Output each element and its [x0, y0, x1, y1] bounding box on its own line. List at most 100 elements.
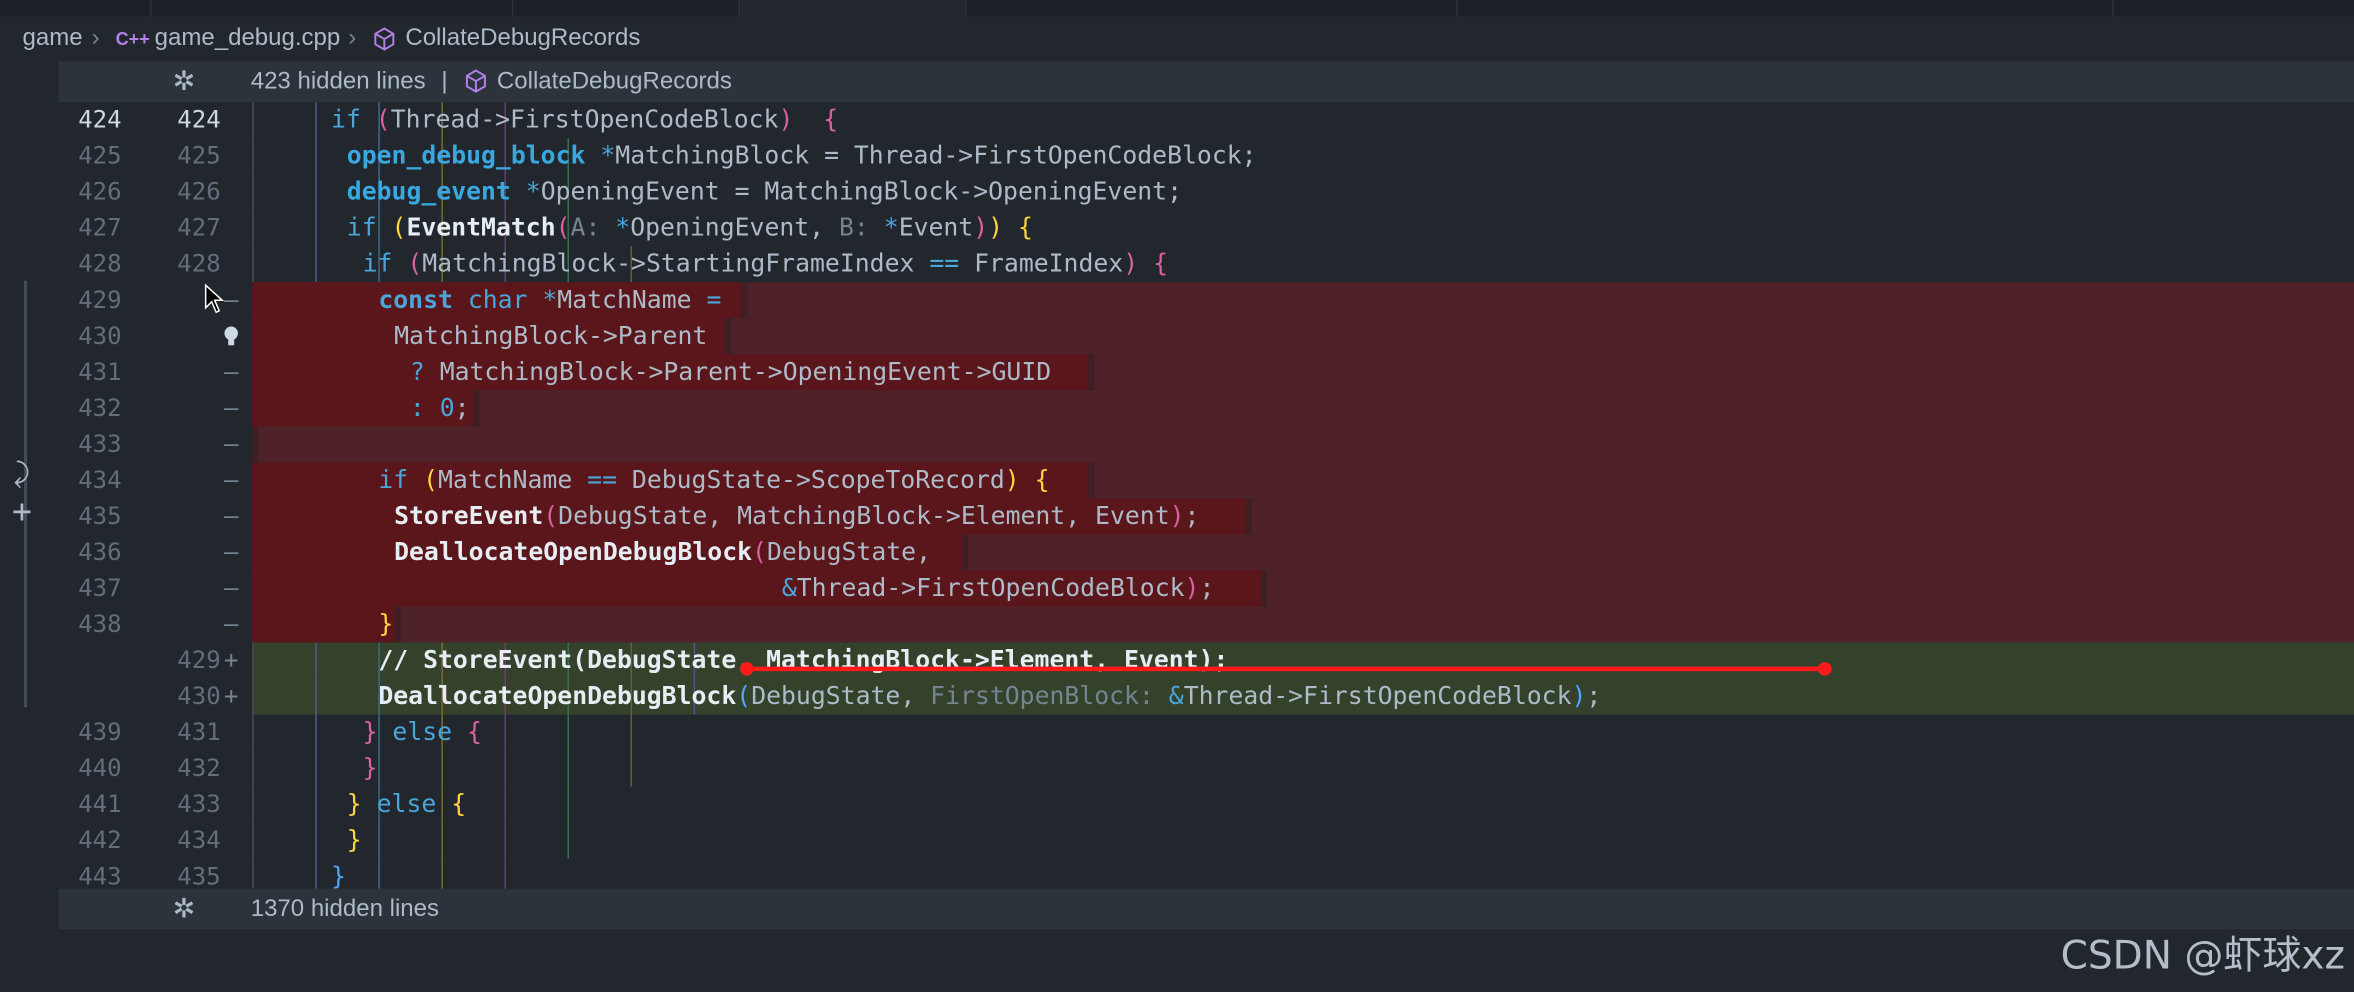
code-line[interactable]: 442 434} [59, 822, 2354, 859]
fold-bottom[interactable]: ✲ 1370 hidden lines [58, 888, 2354, 930]
deleted-line[interactable]: 430 MatchingBlock->Parent [59, 318, 2354, 355]
code-token: MatchingBlock->Parent [394, 321, 708, 350]
removed-marker: — [223, 573, 239, 603]
old-line-number: 425 [78, 141, 122, 170]
indent-guide [315, 102, 317, 139]
code-token: if [346, 213, 392, 242]
indent-guide [567, 786, 569, 823]
old-line-number: 428 [78, 249, 122, 278]
code-text: } [331, 859, 346, 889]
tab[interactable] [151, 0, 514, 17]
code-token: MatchingBlock->Parent->OpeningEvent->GUI… [439, 357, 1052, 386]
indent-guide [252, 750, 254, 787]
unfold-icon[interactable]: ✲ [173, 62, 196, 103]
code-line[interactable]: 428 428 if (MatchingBlock->StartingFrameIn… [59, 246, 2354, 283]
added-line[interactable]: 430 + DeallocateOpenDebugBlock(DebugState,… [59, 678, 2354, 715]
code-token: ; [1586, 681, 1602, 711]
code-token: * [883, 213, 899, 242]
breadcrumb-folder[interactable]: game [23, 17, 83, 62]
code-line[interactable]: 441 433} else { [59, 786, 2354, 823]
code-token: if [378, 465, 424, 494]
deleted-line[interactable]: 437 — &Thread->FirstOpenCodeBlock); [59, 570, 2354, 607]
old-line-number [59, 679, 122, 715]
code-token: ( [752, 537, 767, 566]
code-text: if (EventMatch(A: *OpeningEvent, B: *Eve… [347, 210, 1033, 246]
breadcrumb-symbol[interactable]: CollateDebugRecords [405, 17, 640, 62]
breadcrumb-file[interactable]: game_debug.cpp [155, 17, 341, 62]
code-text: open_debug_block *MatchingBlock = Thread… [347, 138, 1257, 174]
watermark: CSDN @虾球xz [2060, 933, 2346, 979]
deleted-line[interactable]: 438 —} [59, 606, 2354, 643]
new-line-number [158, 354, 221, 390]
tab[interactable] [2113, 0, 2354, 17]
old-line-number: 431 [78, 357, 122, 386]
mouse-cursor-icon [204, 283, 225, 314]
removed-marker: — [223, 465, 239, 494]
code-token: } [346, 825, 362, 855]
symbol-cube-icon [372, 17, 396, 68]
cpp-file-icon: C++ [115, 28, 150, 50]
indent-guide [252, 102, 254, 139]
indent-guide [315, 642, 317, 679]
code-token: : [409, 393, 440, 422]
code-line[interactable]: 427 427 if (EventMatch(A: *OpeningEvent, B… [59, 210, 2354, 247]
new-line-number [158, 426, 221, 462]
code-token: MatchingBlock = Thread->FirstOpenCodeBlo… [615, 141, 1257, 170]
deleted-line[interactable]: 436 — DeallocateOpenDebugBlock(DebugState, [59, 534, 2354, 571]
code-line[interactable]: 425 425 open_debug_block *MatchingBlock = … [59, 138, 2354, 175]
tab[interactable] [0, 0, 152, 17]
code-text: } [378, 607, 393, 643]
plus-icon[interactable]: + [12, 494, 32, 532]
code-line[interactable]: 439 431} else { [59, 714, 2354, 751]
tab[interactable] [1457, 0, 2114, 17]
code-token: OpeningEvent = MatchingBlock->OpeningEve… [540, 177, 1182, 206]
code-token: * [600, 141, 616, 170]
code-token: StoreEvent [394, 501, 544, 530]
code-line[interactable]: 426 426 debug_event *OpeningEvent = Matchi… [59, 174, 2354, 211]
deleted-line[interactable]: 432—: 0; [59, 390, 2354, 427]
deleted-line[interactable]: 433 — [59, 426, 2354, 463]
editor-empty-area[interactable] [58, 929, 2354, 992]
deleted-line[interactable]: 434 — if (MatchName == DebugState->ScopeTo… [59, 462, 2354, 499]
code-text: &Thread->FirstOpenCodeBlock); [394, 570, 1215, 606]
code-token: FrameIndex [959, 249, 1124, 278]
indent-guide [378, 750, 380, 787]
annotation-dot [740, 662, 754, 676]
deleted-line[interactable]: 431 —? MatchingBlock->Parent->OpeningEven… [59, 354, 2354, 391]
code-line[interactable]: 443 435} [59, 858, 2354, 889]
indent-guide [441, 858, 443, 889]
tab[interactable] [740, 0, 967, 17]
old-line-number: 442 [78, 825, 122, 855]
code-token: * [525, 177, 541, 206]
fold-top[interactable]: ✲ 423 hidden lines | CollateDebugRecords [58, 61, 2354, 103]
tab[interactable] [966, 0, 1458, 17]
code-token: ? [409, 357, 440, 386]
removed-marker: — [223, 357, 239, 386]
old-line-number: 440 [78, 753, 122, 783]
code-text: if (MatchName == DebugState->ScopeToReco… [378, 462, 1049, 498]
code-token: { [1034, 465, 1050, 494]
lightbulb-icon[interactable] [221, 318, 242, 359]
tab[interactable] [513, 0, 741, 17]
code-token: == [929, 249, 960, 278]
revert-icon[interactable]: ⤸ [14, 458, 30, 490]
code-token: ) [1004, 465, 1020, 494]
deleted-line[interactable]: 435 — StoreEvent(DebugState, MatchingBlock… [59, 498, 2354, 535]
indent-guide [252, 786, 254, 823]
code-token: Thread->FirstOpenCodeBlock [1183, 681, 1572, 711]
code-token: EventMatch [406, 213, 556, 242]
unfold-icon[interactable]: ✲ [173, 889, 196, 930]
indent-guide [252, 246, 254, 283]
code-line[interactable]: 440 432} [59, 750, 2354, 787]
added-line[interactable]: 429 + // StoreEvent(DebugState, MatchingBl… [59, 642, 2354, 679]
code-token: } [331, 861, 346, 889]
diff-editor[interactable]: 424 424 if (Thread->FirstOpenCodeBlock) {4… [58, 102, 2354, 889]
code-token: Thread->FirstOpenCodeBlock [390, 105, 779, 134]
deleted-line[interactable]: 429— const char *MatchName = [59, 282, 2354, 319]
code-token: 0 [439, 393, 455, 422]
code-token: open_debug_block [346, 141, 601, 170]
code-line[interactable]: 424 424 if (Thread->FirstOpenCodeBlock) { [59, 102, 2354, 139]
code-token: if [331, 105, 376, 134]
code-token: ) [1169, 501, 1185, 530]
